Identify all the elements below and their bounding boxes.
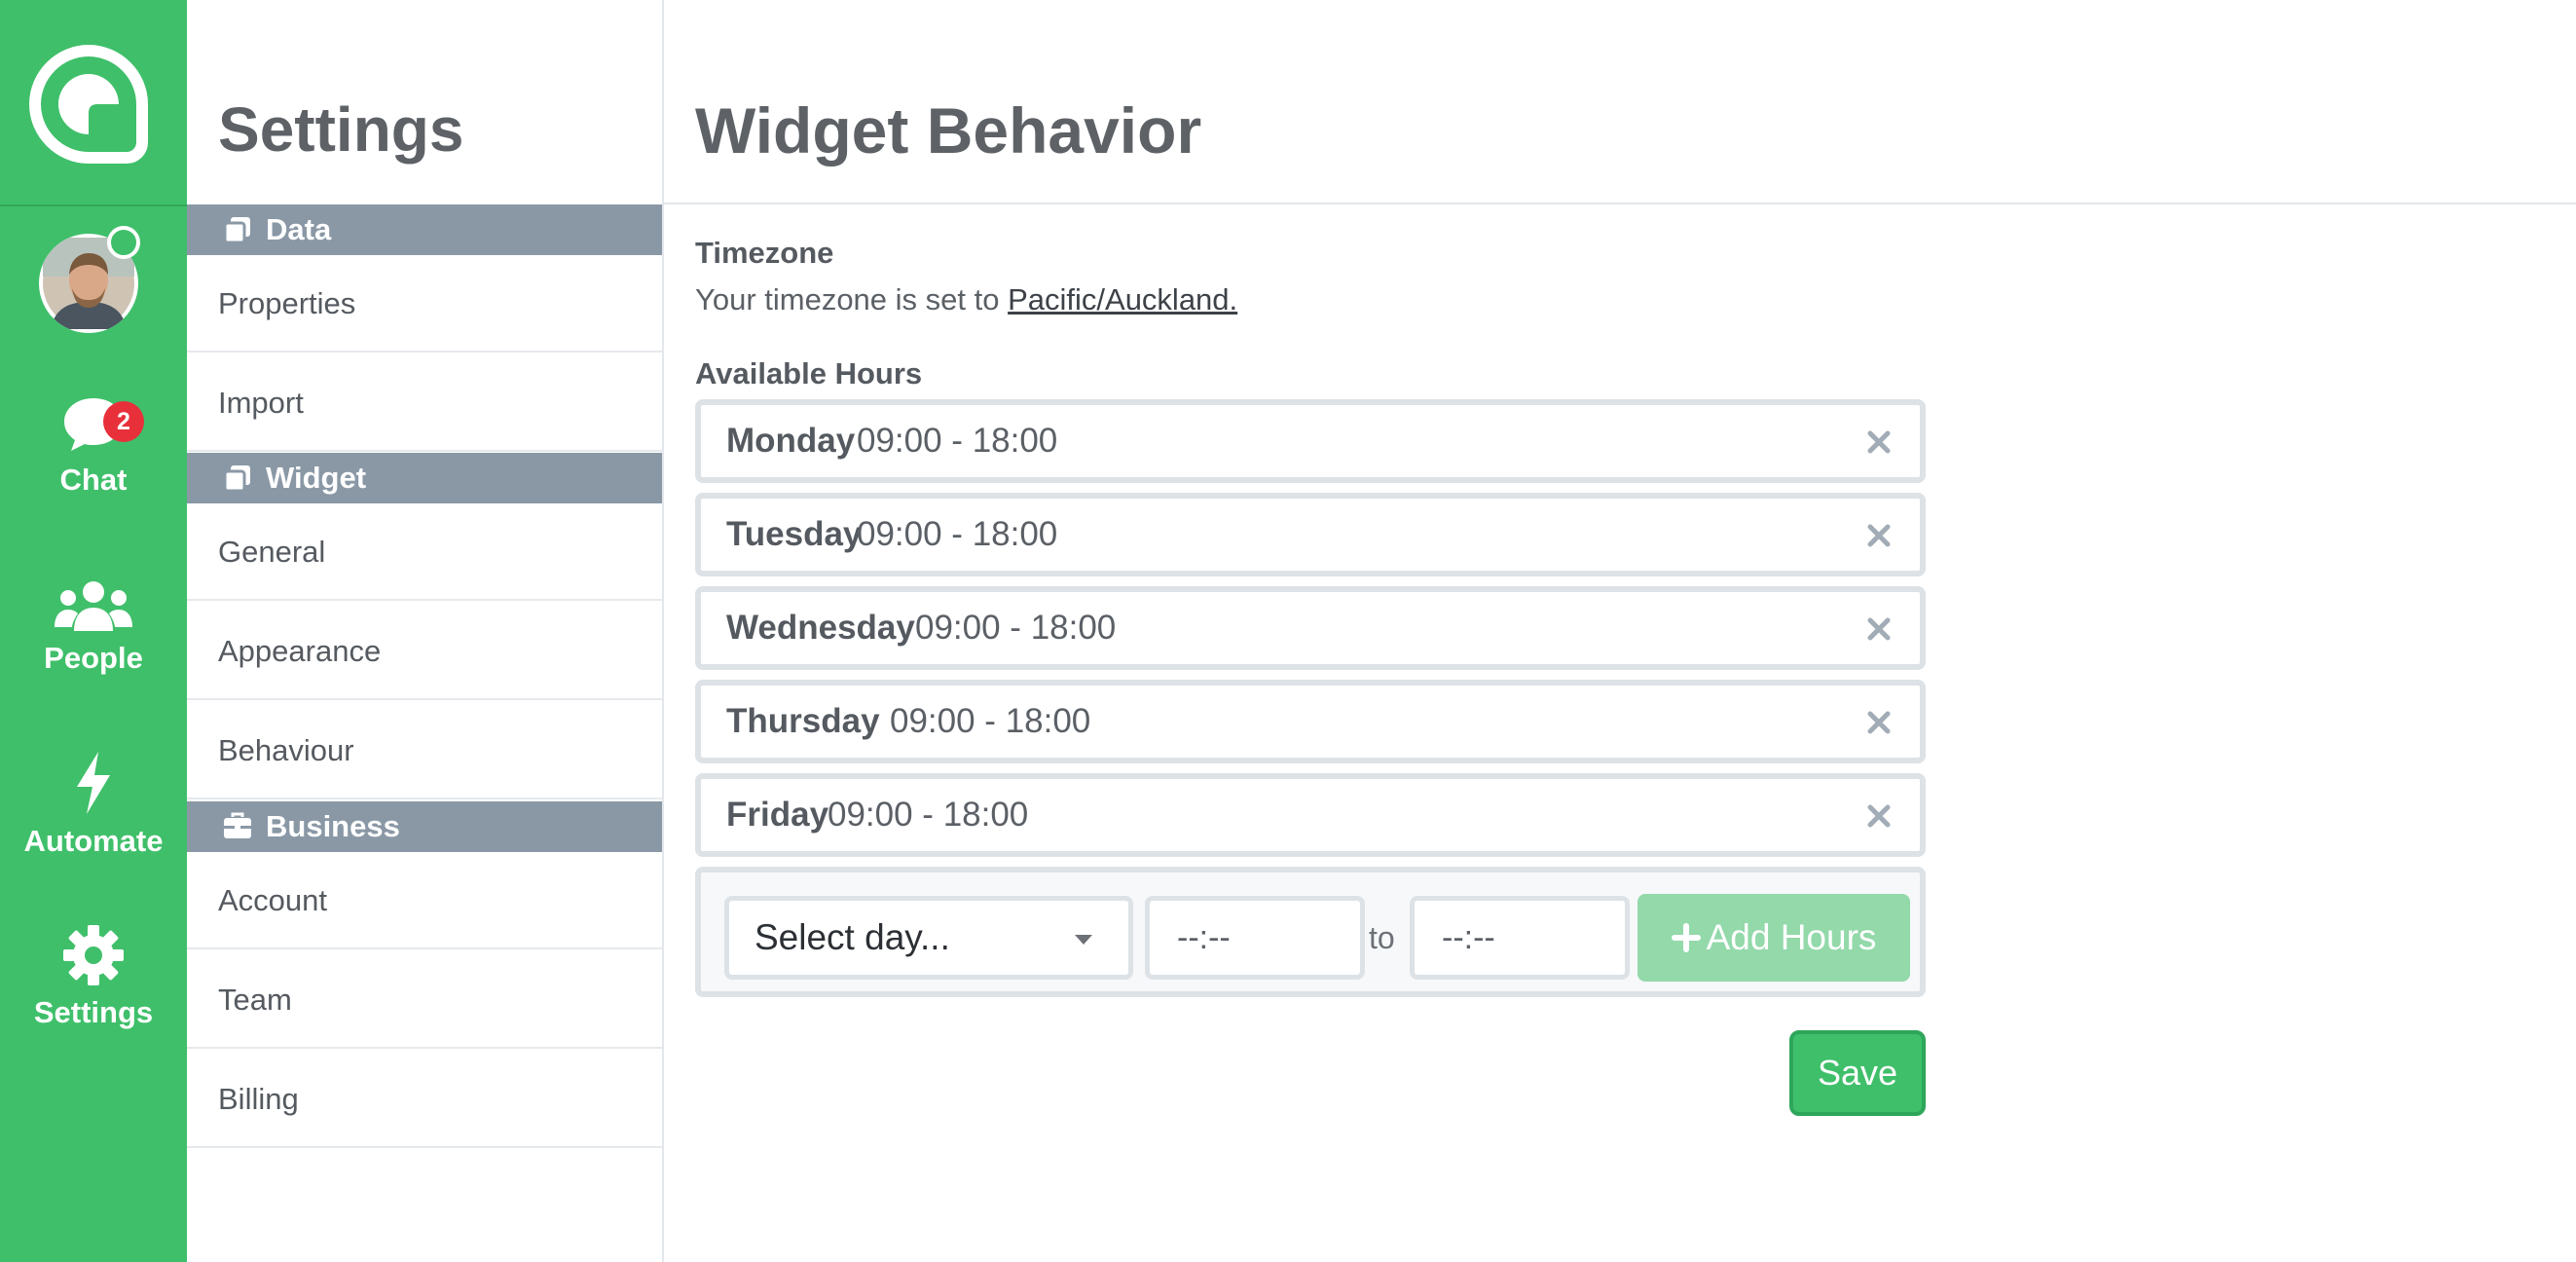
page-title: Widget Behavior xyxy=(695,94,1202,167)
timezone-label: Timezone xyxy=(695,236,834,270)
hours-row-time: 09:00 - 18:00 xyxy=(915,609,1117,647)
lightning-bolt-icon xyxy=(77,752,110,814)
menu-item-label: Properties xyxy=(218,286,356,320)
menu-item-label: General xyxy=(218,535,326,569)
menu-item-label: Behaviour xyxy=(218,733,354,767)
chat-unread-badge: 2 xyxy=(103,401,144,442)
section-business: Business xyxy=(187,801,662,852)
gear-icon xyxy=(63,925,124,985)
nav-settings-label: Settings xyxy=(33,995,154,1029)
menu-item-properties[interactable]: Properties xyxy=(187,255,662,353)
hours-row-time: 09:00 - 18:00 xyxy=(828,796,1029,834)
day-select-value: Select day... xyxy=(754,917,950,957)
save-button[interactable]: Save xyxy=(1789,1030,1926,1116)
hours-row-wednesday: Wednesday 09:00 - 18:00 xyxy=(695,586,1926,670)
chevron-down-icon xyxy=(1075,935,1092,945)
nav-people[interactable]: People xyxy=(0,578,187,676)
add-hours-form: Select day... --:-- to --:-- Add Hours xyxy=(695,867,1926,997)
available-hours-label: Available Hours xyxy=(695,356,923,390)
to-time-input[interactable]: --:-- xyxy=(1410,896,1630,980)
timezone-link[interactable]: Pacific/Auckland. xyxy=(1008,282,1237,316)
app-logo[interactable] xyxy=(0,0,187,206)
nav-chat[interactable]: Chat xyxy=(0,394,187,498)
nav-settings[interactable]: Settings xyxy=(0,923,187,1030)
hours-row-day: Monday xyxy=(726,422,856,460)
online-status-indicator xyxy=(107,226,140,259)
nav-automate[interactable]: Automate xyxy=(0,750,187,859)
menu-item-label: Appearance xyxy=(218,634,382,668)
hours-row-day: Thursday xyxy=(726,702,880,740)
header-divider xyxy=(664,203,2576,204)
add-hours-button[interactable]: Add Hours xyxy=(1638,894,1910,982)
nav-automate-label: Automate xyxy=(23,824,164,858)
menu-item-label: Account xyxy=(218,883,328,917)
timezone-description: Your timezone is set to Pacific/Auckland… xyxy=(695,282,1237,317)
logo-icon xyxy=(29,45,148,164)
menu-item-label: Import xyxy=(218,386,304,420)
menu-item-label: Billing xyxy=(218,1082,299,1116)
hours-row-day: Wednesday xyxy=(726,609,915,647)
hours-row-day: Tuesday xyxy=(726,515,863,553)
section-business-title: Business xyxy=(266,809,400,843)
remove-hours-close-icon[interactable] xyxy=(1865,522,1893,549)
menu-item-appearance[interactable]: Appearance xyxy=(187,603,662,700)
nav-chat-label: Chat xyxy=(59,463,128,497)
settings-sidebar: Settings Data Properties Import Widget G… xyxy=(187,0,664,1262)
section-data: Data xyxy=(187,204,662,255)
menu-item-behaviour[interactable]: Behaviour xyxy=(187,702,662,799)
menu-item-billing[interactable]: Billing xyxy=(187,1051,662,1148)
hours-row-thursday: Thursday 09:00 - 18:00 xyxy=(695,680,1926,763)
hours-row-monday: Monday 09:00 - 18:00 xyxy=(695,399,1926,483)
remove-hours-close-icon[interactable] xyxy=(1865,428,1893,456)
section-data-title: Data xyxy=(266,212,332,246)
settings-heading: Settings xyxy=(218,94,464,165)
add-hours-label: Add Hours xyxy=(1706,917,1877,957)
menu-item-label: Team xyxy=(218,983,292,1017)
hours-row-day: Friday xyxy=(726,796,829,834)
hours-row-friday: Friday 09:00 - 18:00 xyxy=(695,773,1926,857)
hours-row-tuesday: Tuesday 09:00 - 18:00 xyxy=(695,493,1926,576)
timezone-text: Your timezone is set to xyxy=(695,282,1009,316)
menu-item-import[interactable]: Import xyxy=(187,354,662,452)
remove-hours-close-icon[interactable] xyxy=(1865,802,1893,830)
primary-nav: Chat 2 People Automate Settings xyxy=(0,0,189,1262)
from-time-input[interactable]: --:-- xyxy=(1145,896,1365,980)
briefcase-icon xyxy=(224,812,251,838)
day-select[interactable]: Select day... xyxy=(724,896,1133,980)
plus-icon xyxy=(1671,923,1701,952)
copy-icon xyxy=(223,465,250,493)
section-widget: Widget xyxy=(187,453,662,503)
remove-hours-close-icon[interactable] xyxy=(1865,709,1893,736)
menu-item-team[interactable]: Team xyxy=(187,951,662,1049)
nav-people-label: People xyxy=(44,641,143,675)
remove-hours-close-icon[interactable] xyxy=(1865,615,1893,643)
section-widget-title: Widget xyxy=(266,461,367,495)
menu-item-general[interactable]: General xyxy=(187,503,662,601)
menu-item-account[interactable]: Account xyxy=(187,852,662,949)
to-label: to xyxy=(1369,920,1395,955)
people-icon xyxy=(55,581,132,631)
hours-row-time: 09:00 - 18:00 xyxy=(890,702,1091,740)
hours-row-time: 09:00 - 18:00 xyxy=(857,422,1058,460)
hours-row-time: 09:00 - 18:00 xyxy=(857,515,1058,553)
copy-icon xyxy=(223,217,250,244)
